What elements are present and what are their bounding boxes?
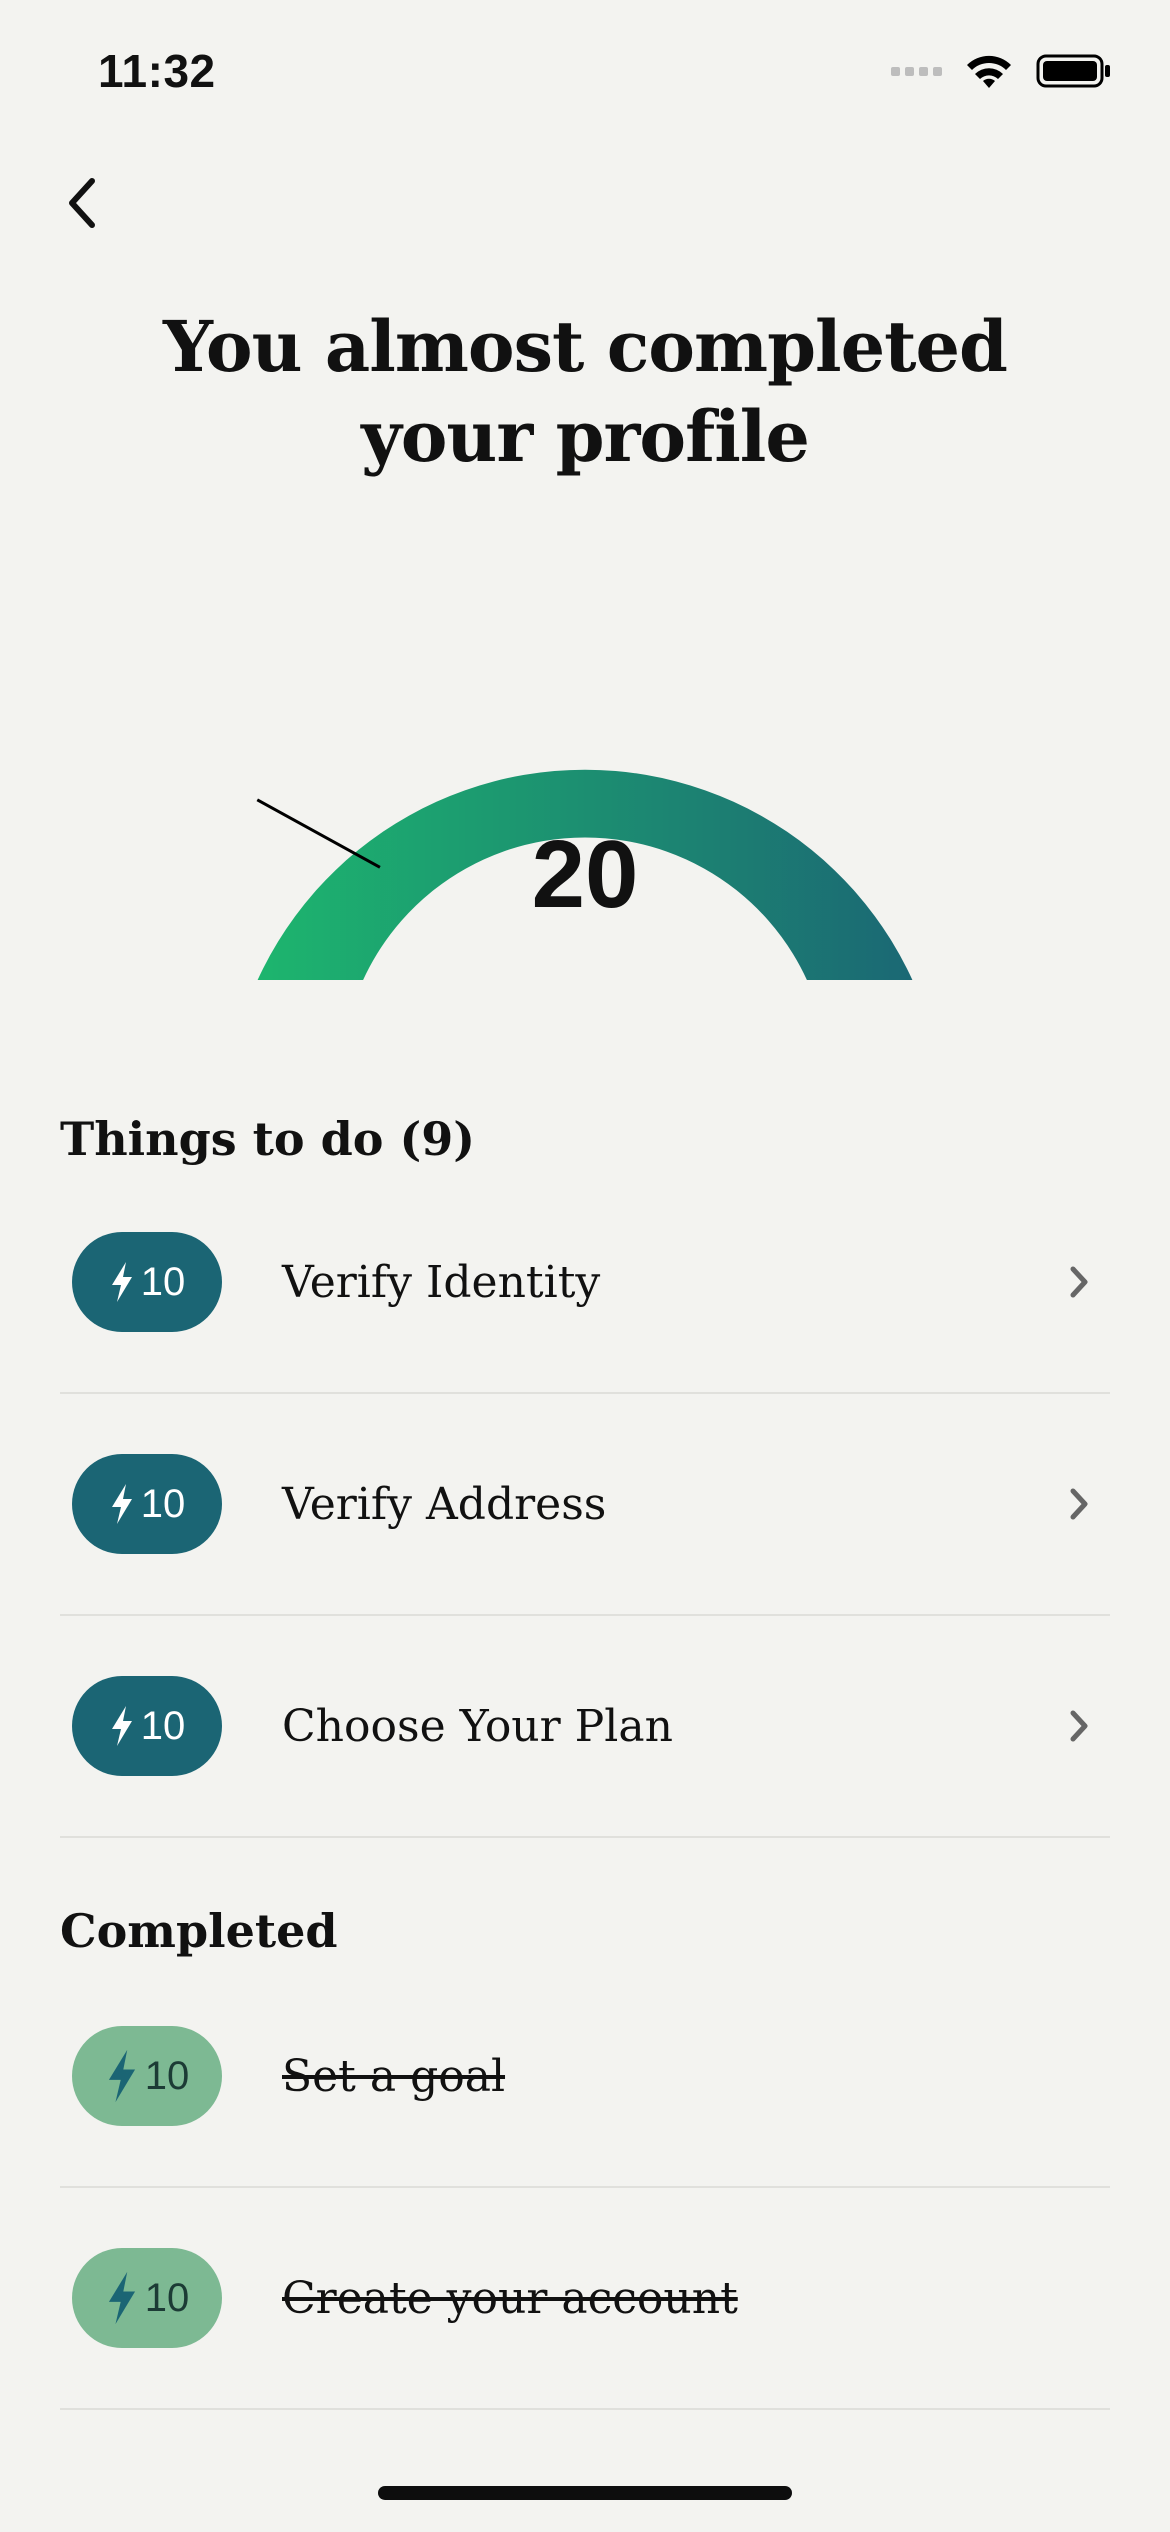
battery-icon (1036, 54, 1110, 88)
points-value: 10 (140, 1481, 186, 1526)
completed-item-label: Set a goal (282, 2050, 506, 2102)
cellular-signal-icon (891, 66, 942, 76)
back-button[interactable] (52, 168, 112, 238)
chevron-left-icon (69, 178, 95, 228)
lightning-icon (111, 1262, 132, 1302)
page-title-line-1: You almost completed (163, 305, 1008, 388)
home-indicator (378, 2486, 792, 2500)
gauge-value: 20 (531, 821, 639, 928)
points-badge: 10 (72, 2248, 222, 2348)
points-value: 10 (140, 1259, 186, 1304)
chevron-right-icon (1054, 1701, 1104, 1751)
points-value: 10 (144, 2275, 190, 2320)
todo-item-verify-identity[interactable]: 10 Verify Identity (60, 1172, 1110, 1394)
points-value: 10 (144, 2053, 190, 2098)
points-badge: 10 (72, 2026, 222, 2126)
todo-item-verify-address[interactable]: 10 Verify Address (60, 1394, 1110, 1616)
todo-section-title: Things to do (9) (60, 1112, 476, 1166)
completed-item-create-account: 10 Create your account (60, 2188, 1110, 2410)
chevron-right-icon (1054, 1257, 1104, 1307)
profile-completion-screen: 11:32 You almost completed your profile (0, 0, 1170, 2532)
todo-item-label: Verify Identity (282, 1256, 601, 1308)
lightning-icon (111, 1706, 132, 1746)
points-value: 10 (140, 1703, 186, 1748)
points-badge: 10 (72, 1232, 222, 1332)
completed-section-title: Completed (60, 1904, 338, 1958)
points-badge: 10 (72, 1454, 222, 1554)
chevron-right-icon (1054, 1479, 1104, 1529)
completed-item-label: Create your account (282, 2272, 738, 2324)
page-title-line-2: your profile (361, 395, 810, 478)
wifi-icon (967, 55, 1011, 88)
lightning-icon (108, 2271, 135, 2325)
page-title: You almost completed your profile (0, 302, 1170, 482)
completed-item-set-goal: 10 Set a goal (60, 1966, 1110, 2188)
lightning-icon (111, 1484, 132, 1524)
todo-item-choose-plan[interactable]: 10 Choose Your Plan (60, 1616, 1110, 1838)
status-time: 11:32 (98, 45, 216, 97)
status-icons (891, 52, 1112, 90)
points-badge: 10 (72, 1676, 222, 1776)
todo-item-label: Verify Address (282, 1478, 607, 1530)
lightning-icon (108, 2049, 135, 2103)
todo-item-label: Choose Your Plan (282, 1700, 673, 1752)
